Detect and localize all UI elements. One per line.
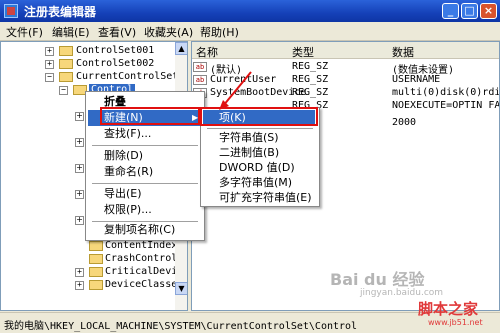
annotation-arrow-icon <box>219 71 252 110</box>
list-header: 名称 类型 数据 <box>192 42 499 60</box>
close-button[interactable]: × <box>480 3 497 19</box>
folder-icon <box>89 254 103 264</box>
menu-item-rename[interactable]: 重命名(R) <box>88 164 200 180</box>
expand-icon[interactable]: + <box>75 138 84 147</box>
value-data: USERNAME <box>392 74 441 85</box>
folder-icon <box>89 280 103 290</box>
tree-item-label: CrashControl <box>105 253 178 264</box>
menu-item-permissions[interactable]: 权限(P)... <box>88 202 200 218</box>
site-watermark: 脚本之家 <box>418 300 479 318</box>
value-type: REG_SZ <box>292 87 329 98</box>
submenu-item-dword[interactable]: DWORD 值(D) <box>203 160 315 176</box>
menu-item-label: 可扩充字符串值(E) <box>219 191 312 204</box>
value-data: NOEXECUTE=OPTIN FAST <box>392 100 500 111</box>
column-data-header[interactable]: 数据 <box>392 44 414 60</box>
expand-icon[interactable]: + <box>75 216 84 225</box>
menu-item-label: 重命名(R) <box>104 165 154 178</box>
window-title: 注册表编辑器 <box>24 5 97 19</box>
menu-item-label: 复制项名称(C) <box>104 223 176 236</box>
menu-separator <box>207 128 313 129</box>
expand-icon[interactable]: + <box>75 164 84 173</box>
tree-item-label: ControlSet002 <box>76 58 155 69</box>
menu-item-find[interactable]: 查找(F)... <box>88 126 200 142</box>
menu-item-copy-key-name[interactable]: 复制项名称(C) <box>88 222 200 238</box>
minimize-button[interactable]: _ <box>442 3 459 19</box>
value-type: REG_SZ <box>292 74 329 85</box>
baidu-watermark-sub: jingyan.baidu.com <box>360 288 444 298</box>
tree-item-label: DeviceClasses <box>105 279 184 290</box>
tree-item-label: CriticalDevic <box>105 266 184 277</box>
menu-item-export[interactable]: 导出(E) <box>88 186 200 202</box>
submenu-item-multi-string[interactable]: 多字符串值(M) <box>203 175 315 191</box>
menu-file[interactable]: 文件(F) <box>6 24 43 40</box>
menu-item-label: 字符串值(S) <box>219 131 279 144</box>
maximize-button[interactable]: □ <box>461 3 478 19</box>
title-bar[interactable]: 注册表编辑器 _ □ × <box>0 0 500 22</box>
collapse-icon[interactable]: − <box>45 73 54 82</box>
submenu-item-binary[interactable]: 二进制值(B) <box>203 145 315 161</box>
menu-item-label: 删除(D) <box>104 149 144 162</box>
string-value-icon: ab <box>193 75 207 85</box>
expand-icon[interactable]: + <box>75 268 84 277</box>
status-path: 我的电脑\HKEY_LOCAL_MACHINE\SYSTEM\CurrentCo… <box>4 321 358 332</box>
expand-icon[interactable]: + <box>75 281 84 290</box>
menu-item-delete[interactable]: 删除(D) <box>88 148 200 164</box>
menu-item-label: DWORD 值(D) <box>219 161 295 174</box>
folder-icon <box>59 46 73 56</box>
expand-icon[interactable]: + <box>45 60 54 69</box>
menu-favorites[interactable]: 收藏夹(A) <box>144 24 193 40</box>
scroll-up-arrow-icon[interactable]: ▲ <box>175 42 187 55</box>
string-value-icon: ab <box>193 62 207 72</box>
registry-editor-window: 注册表编辑器 _ □ × 文件(F) 编辑(E) 查看(V) 收藏夹(A) 帮助… <box>0 0 500 333</box>
menu-separator <box>92 145 198 146</box>
folder-icon <box>59 59 73 69</box>
menu-help[interactable]: 帮助(H) <box>200 24 239 40</box>
menu-item-label: 查找(F)... <box>104 127 152 140</box>
column-name-header[interactable]: 名称 <box>196 44 218 60</box>
annotation-highlight-box <box>100 107 200 125</box>
folder-icon <box>89 241 103 251</box>
regedit-icon <box>4 4 18 18</box>
folder-open-icon <box>59 72 73 82</box>
value-type: REG_SZ <box>292 61 329 72</box>
collapse-icon[interactable]: − <box>59 86 68 95</box>
tree-item-label: CurrentControlSet <box>76 71 179 82</box>
menu-item-label: 多字符串值(M) <box>219 176 293 189</box>
menu-separator <box>92 183 198 184</box>
column-type-header[interactable]: 类型 <box>292 44 314 60</box>
menu-item-label: 导出(E) <box>104 187 142 200</box>
expand-icon[interactable]: + <box>75 190 84 199</box>
site-watermark-sub: www.jb51.net <box>428 318 483 327</box>
value-data: 2000 <box>392 117 417 128</box>
submenu-item-string[interactable]: 字符串值(S) <box>203 130 315 146</box>
menu-item-label: 二进制值(B) <box>219 146 280 159</box>
menu-view[interactable]: 查看(V) <box>98 24 136 40</box>
tree-item-label: ControlSet001 <box>76 45 155 56</box>
folder-icon <box>89 267 103 277</box>
menu-item-label: 权限(P)... <box>104 203 152 216</box>
tree-item-label: ContentIndexC <box>105 240 184 251</box>
menu-bar: 文件(F) 编辑(E) 查看(V) 收藏夹(A) 帮助(H) <box>0 22 500 41</box>
scroll-down-arrow-icon[interactable]: ▼ <box>175 282 187 295</box>
baidu-watermark: Bai du 经验 <box>330 270 425 289</box>
submenu-item-expandable-string[interactable]: 可扩充字符串值(E) <box>203 190 315 206</box>
expand-icon[interactable]: + <box>75 112 84 121</box>
expand-icon[interactable]: + <box>45 47 54 56</box>
value-data: multi(0)disk(0)rdisk <box>392 87 500 98</box>
menu-edit[interactable]: 编辑(E) <box>52 24 90 40</box>
